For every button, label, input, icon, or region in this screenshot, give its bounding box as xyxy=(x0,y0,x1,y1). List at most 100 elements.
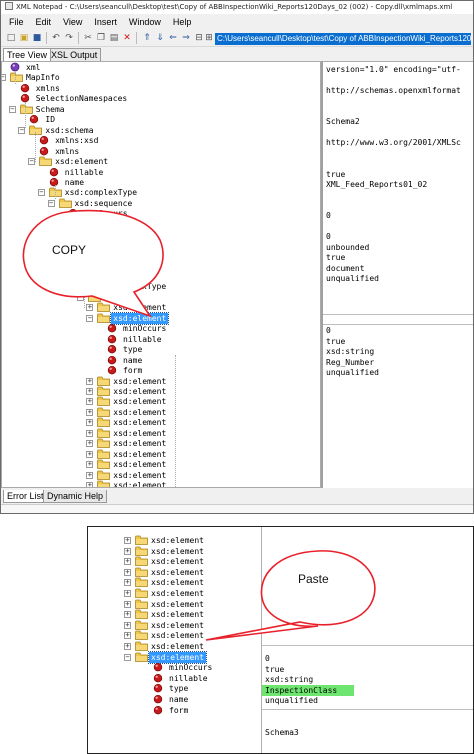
tab-dynamic-help[interactable]: Dynamic Help xyxy=(43,490,108,503)
undo-icon[interactable]: ↶ xyxy=(50,32,62,44)
value-pane[interactable]: version="1.0" encoding="utf-http://schem… xyxy=(321,61,473,488)
expand-toggle-icon[interactable]: + xyxy=(86,419,94,427)
node-value[interactable]: unbounded xyxy=(323,242,369,253)
collapse-toggle-icon[interactable]: − xyxy=(76,293,84,301)
expand-toggle-icon[interactable]: + xyxy=(124,621,131,629)
node-value[interactable] xyxy=(323,189,326,200)
node-value[interactable] xyxy=(262,717,265,728)
node-value[interactable]: 0 xyxy=(323,210,331,221)
node-value[interactable]: xsd:string xyxy=(323,346,374,357)
node-value[interactable]: true xyxy=(323,336,345,347)
node-value[interactable]: unqualified xyxy=(262,695,318,706)
expand-toggle-icon[interactable]: + xyxy=(86,304,94,312)
node-value[interactable]: 0 xyxy=(323,325,331,336)
node-value[interactable] xyxy=(323,221,326,232)
cut-icon[interactable]: ✂ xyxy=(82,32,94,44)
collapse-toggle-icon[interactable]: − xyxy=(47,199,55,207)
menu-window[interactable]: Window xyxy=(123,14,167,30)
file-path-input[interactable]: C:\Users\seancull\Desktop\test\Copy of A… xyxy=(215,33,471,45)
tree-pane-after-paste[interactable]: xsd:element + xsd:element + xsd:element + xsd:… xyxy=(88,527,261,753)
expand-toggle-icon[interactable]: + xyxy=(86,429,94,437)
tree-pane[interactable]: xmlMapInfo−xmlnsSelectionNamespacesSchem… xyxy=(1,61,321,488)
node-value[interactable]: true xyxy=(323,169,345,180)
nudge-left-icon[interactable]: ⇐ xyxy=(167,32,179,44)
expand-toggle-icon[interactable]: + xyxy=(124,643,131,650)
tree-node-label: nillable xyxy=(93,251,133,261)
expand-toggle-icon[interactable]: + xyxy=(124,547,131,555)
nudge-up-icon[interactable]: ⇑ xyxy=(141,32,153,44)
node-value[interactable]: true xyxy=(323,252,345,263)
node-value[interactable]: Schema3 xyxy=(262,727,299,738)
expand-toggle-icon[interactable]: + xyxy=(86,440,94,448)
collapse-toggle-icon[interactable]: − xyxy=(66,283,74,291)
expand-toggle-icon[interactable]: + xyxy=(124,568,131,576)
copy-icon[interactable]: ❐ xyxy=(95,32,107,44)
node-value[interactable] xyxy=(323,95,326,106)
node-value[interactable]: 0 xyxy=(323,231,331,242)
nudge-right-icon[interactable]: ⇒ xyxy=(180,32,192,44)
tab-xsl-output[interactable]: XSL Output xyxy=(47,48,102,61)
node-value[interactable]: unqualified xyxy=(323,367,379,378)
expand-toggle-icon[interactable]: + xyxy=(86,377,94,385)
expand-toggle-icon[interactable]: + xyxy=(124,537,131,544)
expand-icon[interactable]: ⊞ xyxy=(203,32,215,44)
node-value[interactable]: Reg_Number xyxy=(323,357,374,368)
node-value[interactable] xyxy=(323,106,326,117)
node-value[interactable]: unqualified xyxy=(323,273,379,284)
collapse-toggle-icon[interactable]: − xyxy=(2,74,6,82)
menu-edit[interactable]: Edit xyxy=(30,14,58,30)
expand-toggle-icon[interactable]: + xyxy=(124,558,131,566)
node-value[interactable]: XML_Feed_Reports01_02 xyxy=(323,179,427,190)
expand-toggle-icon[interactable]: + xyxy=(124,600,131,608)
nudge-down-icon[interactable]: ⇓ xyxy=(154,32,166,44)
value-pane-after-paste[interactable]: 0 true xsd:string InspectionClass unqualifie… xyxy=(261,527,473,753)
node-value[interactable] xyxy=(323,283,326,294)
save-icon[interactable]: ■ xyxy=(31,32,43,44)
node-value[interactable] xyxy=(323,74,326,85)
node-value[interactable]: http://www.w3.org/2001/XMLSc xyxy=(323,137,461,148)
new-icon[interactable]: □ xyxy=(5,32,17,44)
tab-tree-view[interactable]: Tree View xyxy=(3,48,52,61)
tree-node-label: xsd:element xyxy=(151,631,204,641)
menu-file[interactable]: File xyxy=(1,14,30,30)
node-value[interactable]: version="1.0" encoding="utf- xyxy=(323,64,461,75)
redo-icon[interactable]: ↷ xyxy=(63,32,75,44)
node-value[interactable]: 0 xyxy=(262,653,270,664)
node-value[interactable]: xsd:string xyxy=(262,674,313,685)
menu-insert[interactable]: Insert xyxy=(88,14,123,30)
xml-notepad-window: XML Notepad - C:\Users\seancull\Desktop\… xyxy=(0,0,474,514)
node-value[interactable]: Schema2 xyxy=(323,116,360,127)
highlighted-value[interactable]: InspectionClass xyxy=(262,684,354,696)
node-value[interactable] xyxy=(323,148,326,159)
delete-icon[interactable]: ✕ xyxy=(121,32,133,44)
expand-toggle-icon[interactable]: + xyxy=(86,408,94,416)
menu-help[interactable]: Help xyxy=(167,14,198,30)
expand-toggle-icon[interactable]: + xyxy=(86,461,94,469)
paste-icon[interactable]: ▤ xyxy=(108,32,120,44)
expand-toggle-icon[interactable]: + xyxy=(124,611,131,619)
expand-toggle-icon[interactable]: + xyxy=(86,450,94,458)
collapse-toggle-icon[interactable]: − xyxy=(124,653,131,661)
node-value[interactable] xyxy=(323,127,326,138)
expand-toggle-icon[interactable]: + xyxy=(86,398,94,406)
node-value[interactable] xyxy=(323,294,326,305)
expand-toggle-icon[interactable]: + xyxy=(124,579,131,587)
expand-toggle-icon[interactable]: + xyxy=(86,471,94,479)
node-value[interactable]: document xyxy=(323,263,365,274)
collapse-toggle-icon[interactable]: − xyxy=(8,105,16,113)
expand-toggle-icon[interactable]: + xyxy=(124,632,131,640)
open-icon[interactable]: ▣ xyxy=(18,32,30,44)
node-value[interactable] xyxy=(323,158,326,169)
node-value[interactable] xyxy=(262,706,265,717)
collapse-toggle-icon[interactable]: − xyxy=(86,314,94,322)
tab-error-list[interactable]: Error List xyxy=(3,490,48,503)
tree-node-label: xsd:element xyxy=(110,311,170,325)
node-value[interactable] xyxy=(323,200,326,211)
collapse-toggle-icon[interactable]: − xyxy=(37,189,45,197)
node-value[interactable]: true xyxy=(262,664,284,675)
expand-toggle-icon[interactable]: + xyxy=(86,387,94,395)
expand-toggle-icon[interactable]: + xyxy=(124,590,131,597)
collapse-toggle-icon[interactable]: − xyxy=(57,220,65,228)
node-value[interactable]: http://schemas.openxmlformat xyxy=(323,85,461,96)
menu-view[interactable]: View xyxy=(57,14,88,30)
